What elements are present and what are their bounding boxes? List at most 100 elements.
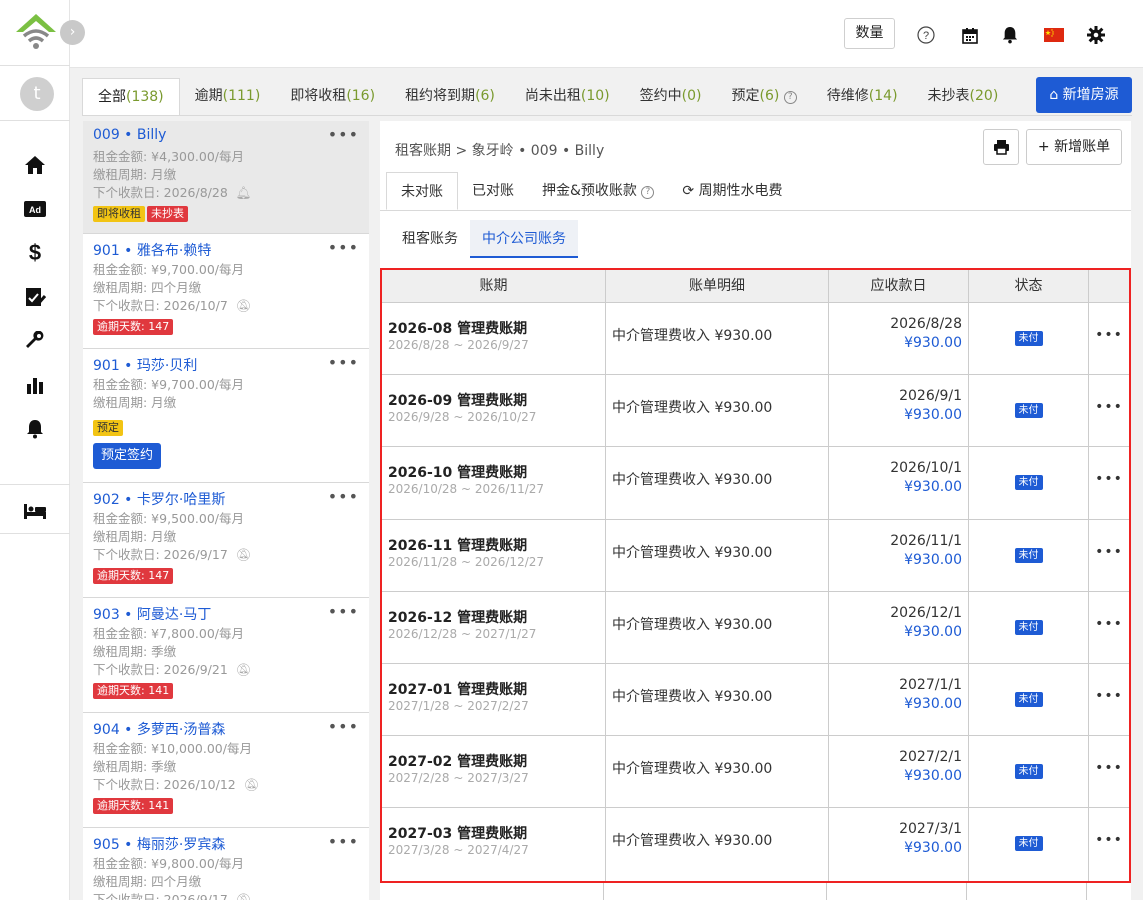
- bill-detail: 中介管理费收入 ¥930.00: [606, 519, 829, 591]
- tenant-card[interactable]: 904 • 多萝西·汤普森 ••• 租金金额: ¥10,000.00/每月 缴租…: [83, 713, 369, 828]
- more-icon[interactable]: •••: [1089, 592, 1129, 663]
- table-row[interactable]: 2026-12 管理费账期 2026/12/28 ~ 2027/1/27 中介管理费…: [382, 591, 1129, 664]
- more-icon[interactable]: •••: [328, 125, 359, 144]
- more-icon[interactable]: •••: [328, 717, 359, 736]
- bell-off-icon[interactable]: 🔕︎: [236, 547, 252, 562]
- more-icon[interactable]: •••: [1089, 808, 1129, 880]
- bell-icon[interactable]: [22, 417, 48, 441]
- bar-chart-icon[interactable]: [22, 373, 48, 397]
- gear-icon[interactable]: [1085, 24, 1107, 46]
- due-date: 2026/11/1: [890, 532, 962, 549]
- reserve-sign-button[interactable]: 预定签约: [93, 443, 162, 469]
- help-icon[interactable]: ?: [915, 24, 937, 46]
- bell-icon[interactable]: 🔔︎: [236, 185, 252, 200]
- tab-unreconciled[interactable]: 未对账: [386, 172, 458, 210]
- table-row[interactable]: 2027-01 管理费账期 2027/1/28 ~ 2027/2/27 中介管理费收…: [382, 663, 1129, 737]
- table-row[interactable]: 2027-02 管理费账期 2027/2/28 ~ 2027/3/27 中介管理费收…: [382, 736, 1129, 809]
- calendar-icon[interactable]: [959, 24, 981, 46]
- bill-detail: 中介管理费收入 ¥930.00: [606, 447, 829, 519]
- bell-off-icon[interactable]: 🔕︎: [244, 777, 260, 792]
- tenant-card[interactable]: 009 • Billy ••• 租金金额: ¥4,300.00/每月 缴租周期:…: [83, 121, 369, 234]
- more-icon[interactable]: •••: [1089, 664, 1129, 735]
- period-title[interactable]: 2027-02 管理费账期: [388, 751, 599, 771]
- more-icon[interactable]: •••: [328, 487, 359, 506]
- bell-off-icon[interactable]: 🔕︎: [236, 662, 252, 677]
- print-button[interactable]: [983, 129, 1019, 165]
- tab-signing[interactable]: 签约中(0): [625, 78, 717, 114]
- bill-panel: 租客账期 > 象牙岭 • 009 • Billy + 新增账单 未对账 已对账 …: [380, 121, 1131, 900]
- period-range: 2027/2/28 ~ 2027/3/27: [388, 771, 529, 786]
- more-icon[interactable]: •••: [1089, 520, 1129, 591]
- home-icon[interactable]: [22, 153, 48, 177]
- bell-off-icon[interactable]: 🔕︎: [236, 298, 252, 313]
- table-row[interactable]: 2026-11 管理费账期 2026/11/28 ~ 2026/12/27 中介管理…: [382, 519, 1129, 592]
- tab-upcoming-rent[interactable]: 即将收租(16): [275, 78, 390, 114]
- printer-icon: [993, 140, 1009, 155]
- tab-unread-meter[interactable]: 未抄表(20): [913, 78, 1014, 114]
- tab-recurring-utilities[interactable]: ⟳ 周期性水电费: [668, 172, 796, 210]
- avatar[interactable]: t: [20, 77, 54, 111]
- more-icon[interactable]: •••: [1089, 303, 1129, 374]
- status-badge: 预定: [93, 420, 123, 436]
- tab-deposit[interactable]: 押金&预收账款 ?: [528, 172, 668, 210]
- period-title[interactable]: 2027-03 管理费账期: [388, 823, 599, 843]
- table-row: [380, 882, 1131, 900]
- status-badge: 未付: [1014, 836, 1043, 852]
- due-amount: ¥930.00: [904, 551, 962, 568]
- bell-icon[interactable]: [999, 24, 1021, 46]
- status-tabs: 全部(138) 逾期(111) 即将收租(16) 租约将到期(6) 尚未出租(1…: [82, 78, 1013, 116]
- status-badge: 未付: [1014, 764, 1043, 780]
- help-icon[interactable]: ?: [783, 91, 797, 104]
- tenant-card[interactable]: 901 • 雅各布·赖特 ••• 租金金额: ¥9,700.00/每月 缴租周期…: [83, 234, 369, 349]
- tab-lease-expiring[interactable]: 租约将到期(6): [390, 78, 510, 114]
- period-title[interactable]: 2027-01 管理费账期: [388, 679, 599, 699]
- contract-icon[interactable]: [22, 285, 48, 309]
- tenant-card[interactable]: 901 • 玛莎·贝利 ••• 租金金额: ¥9,700.00/每月 缴租周期:…: [83, 349, 369, 483]
- sidebar-toggle-button[interactable]: ›: [60, 20, 85, 45]
- tab-reconciled[interactable]: 已对账: [458, 172, 528, 210]
- tab-repair[interactable]: 待维修(14): [812, 78, 913, 114]
- bill-detail: 中介管理费收入 ¥930.00: [606, 375, 829, 447]
- tab-tenant-accounts[interactable]: 租客账务: [390, 220, 470, 258]
- china-flag-icon[interactable]: [1043, 24, 1065, 46]
- more-icon[interactable]: •••: [1089, 375, 1129, 446]
- tab-vacant[interactable]: 尚未出租(10): [510, 78, 625, 114]
- tenant-card[interactable]: 902 • 卡罗尔·哈里斯 ••• 租金金额: ¥9,500.00/每月 缴租周…: [83, 483, 369, 598]
- refresh-icon: ⟳: [682, 183, 695, 199]
- table-row[interactable]: 2026-09 管理费账期 2026/9/28 ~ 2026/10/27 中介管理费…: [382, 375, 1129, 448]
- ad-icon[interactable]: Ad: [22, 197, 48, 221]
- tab-reserved[interactable]: 预定(6) ?: [717, 78, 812, 114]
- help-icon[interactable]: ?: [641, 186, 655, 199]
- tab-agency-accounts[interactable]: 中介公司账务: [470, 220, 578, 258]
- table-row[interactable]: 2027-03 管理费账期 2027/3/28 ~ 2027/4/27 中介管理费收…: [382, 808, 1129, 881]
- status-badge: 未付: [1014, 619, 1043, 635]
- wrench-icon[interactable]: [22, 329, 48, 353]
- dollar-icon[interactable]: $: [22, 240, 48, 265]
- period-title[interactable]: 2026-10 管理费账期: [388, 462, 599, 482]
- more-icon[interactable]: •••: [1089, 447, 1129, 518]
- add-house-button[interactable]: ⌂ 新增房源: [1036, 77, 1132, 113]
- logo[interactable]: [14, 12, 58, 52]
- period-title[interactable]: 2026-09 管理费账期: [388, 390, 599, 410]
- period-range: 2026/10/28 ~ 2026/11/27: [388, 482, 545, 497]
- tenant-card[interactable]: 903 • 阿曼达·马丁 ••• 租金金额: ¥7,800.00/每月 缴租周期…: [83, 598, 369, 713]
- add-bill-button[interactable]: + 新增账单: [1026, 129, 1122, 165]
- more-icon[interactable]: •••: [328, 602, 359, 621]
- period-title[interactable]: 2026-12 管理费账期: [388, 607, 599, 627]
- bell-off-icon[interactable]: 🔕︎: [236, 892, 252, 900]
- quantity-button[interactable]: 数量: [844, 18, 895, 49]
- period-title[interactable]: 2026-11 管理费账期: [388, 535, 599, 555]
- tab-all[interactable]: 全部(138): [82, 78, 180, 116]
- more-icon[interactable]: •••: [328, 832, 359, 851]
- tenant-card[interactable]: 905 • 梅丽莎·罗宾森 ••• 租金金额: ¥9,800.00/每月 缴租周…: [83, 828, 369, 900]
- tab-overdue[interactable]: 逾期(111): [180, 78, 276, 114]
- table-row[interactable]: 2026-10 管理费账期 2026/10/28 ~ 2026/11/27 中介管理…: [382, 447, 1129, 520]
- bed-icon[interactable]: [22, 499, 48, 523]
- due-date: 2027/1/1: [899, 676, 962, 693]
- more-icon[interactable]: •••: [328, 238, 359, 257]
- more-icon[interactable]: •••: [328, 353, 359, 372]
- period-title[interactable]: 2026-08 管理费账期: [388, 318, 599, 338]
- table-row[interactable]: 2026-08 管理费账期 2026/8/28 ~ 2026/9/27 中介管理费收…: [382, 303, 1129, 376]
- more-icon[interactable]: •••: [1089, 736, 1129, 807]
- bill-detail: 中介管理费收入 ¥930.00: [606, 663, 829, 736]
